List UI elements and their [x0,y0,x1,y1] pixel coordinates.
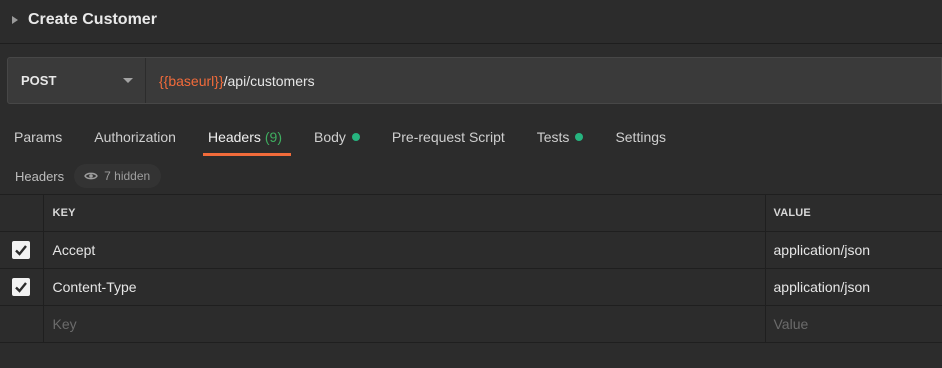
caret-right-icon[interactable] [12,16,18,24]
tab-label: Tests [536,129,570,145]
tab-label: Headers [207,129,261,145]
row-check-cell [0,231,44,269]
chevron-down-icon [123,78,133,83]
tab-label: Pre-request Script [391,129,505,145]
request-tabs: Params Authorization Headers (9) Body Pre… [0,120,942,156]
status-dot-icon [575,133,584,141]
check-icon [15,245,28,256]
row-checkbox[interactable] [12,241,31,260]
tab-label: Settings [615,129,667,145]
header-value-cell[interactable]: application/json [765,268,942,306]
header-key-cell[interactable]: Content-Type [43,268,766,306]
tab-params[interactable]: Params [14,120,62,156]
check-icon [15,282,28,293]
header-value-cell[interactable]: application/json [765,231,942,269]
request-title-bar[interactable]: Create Customer [0,0,942,40]
method-label: POST [21,73,57,88]
tab-count: (9) [264,129,282,145]
key-input-placeholder[interactable]: Key [43,305,766,343]
tab-body[interactable]: Body [314,120,360,156]
headers-subheader: Headers 7 hidden [0,162,942,190]
status-dot-icon [351,133,360,141]
table-row-new: Key Value [0,305,942,343]
row-check-cell [0,305,44,343]
request-url-bar: POST {{baseurl}}/api/customers [7,57,942,104]
tab-tests[interactable]: Tests [537,120,584,156]
url-input[interactable]: {{baseurl}}/api/customers [146,58,941,103]
key-column-header: KEY [43,194,766,232]
check-column-header [0,194,44,232]
tab-label: Params [14,129,63,145]
value-input-placeholder[interactable]: Value [765,305,942,343]
hidden-count: 7 hidden [104,169,151,183]
request-title[interactable]: Create Customer [28,11,157,29]
url-path: /api/customers [223,72,315,89]
table-row: Accept application/json [0,231,942,269]
row-checkbox[interactable] [12,278,31,297]
eye-icon [84,172,98,180]
url-variable: {{baseurl}} [159,72,224,89]
header-key-cell[interactable]: Accept [43,231,766,269]
table-row: Content-Type application/json [0,268,942,306]
headers-label: Headers [15,168,65,184]
tab-pre-request-script[interactable]: Pre-request Script [392,120,505,156]
table-header-row: KEY VALUE [0,194,942,232]
headers-table: KEY VALUE Accept application/json Conten… [0,194,942,343]
tab-authorization[interactable]: Authorization [94,120,176,156]
tab-headers[interactable]: Headers (9) [202,120,292,156]
divider [0,43,942,44]
hidden-headers-toggle[interactable]: 7 hidden [74,164,162,188]
tab-settings[interactable]: Settings [615,120,666,156]
tab-label: Authorization [94,129,176,145]
method-select[interactable]: POST [8,58,146,103]
row-check-cell [0,268,44,306]
value-column-header: VALUE [765,194,942,232]
tab-label: Body [314,129,346,145]
